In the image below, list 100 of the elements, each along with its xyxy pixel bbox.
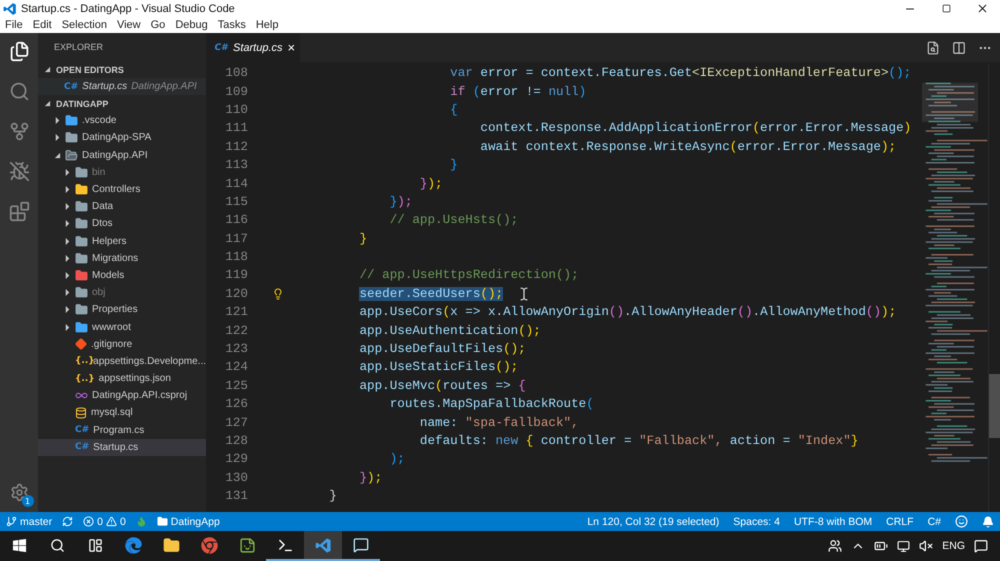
tree-item[interactable]: Helpers [38,232,206,250]
tree-item[interactable]: wwwroot [38,318,206,336]
code-line: // app.UseHttpsRedirection(); [358,268,579,282]
code-line: } [358,232,368,246]
line-number: 117 [224,232,249,246]
tree-item[interactable]: bin [38,164,206,181]
language-mode[interactable]: C# [928,516,941,528]
tree-item[interactable]: DatingApp.API [38,146,206,164]
code-line: { [449,102,458,117]
tree-item[interactable]: .vscode [38,112,206,130]
menu-item[interactable]: File [0,17,28,33]
source-control-icon[interactable] [8,121,30,142]
branch-indicator[interactable]: master [6,516,52,528]
folder-icon [65,131,78,144]
open-preview-icon[interactable] [926,40,940,54]
chevron-icon[interactable] [64,168,71,176]
chevron-icon[interactable] [64,220,71,228]
line-number: 110 [224,102,249,117]
close-icon[interactable] [976,2,988,15]
code-line: ); [388,452,405,466]
tree-item[interactable]: C# Startup.cs [38,438,206,456]
chevron-icon[interactable] [64,324,71,331]
settings-icon[interactable] [10,483,28,502]
encoding[interactable]: UTF-8 with BOM [794,516,872,528]
chevron-icon[interactable] [54,152,61,159]
line-ending[interactable]: CRLF [886,516,914,528]
files-icon[interactable] [8,41,30,62]
scrollbar-thumb[interactable] [989,374,1000,438]
extensions-icon[interactable] [8,201,30,222]
menu-item[interactable]: Debug [170,17,213,33]
window-title: Startup.cs - DatingApp - Visual Studio Code [20,2,236,14]
lightbulb-icon[interactable] [272,288,284,300]
chevron-icon[interactable] [44,66,51,73]
tree-item[interactable]: Data [38,198,206,216]
chevron-icon[interactable] [64,272,71,279]
section-header[interactable]: OPEN EDITORS [38,61,206,78]
chevron-icon[interactable] [44,100,51,108]
line-number: 127 [224,416,249,430]
tree-item[interactable]: Dtos [38,215,206,232]
menu-item[interactable]: Selection [56,17,112,33]
chevron-icon[interactable] [54,117,61,124]
line-number: 131 [224,489,249,504]
line-number: 121 [224,305,249,320]
menu-item[interactable]: Go [146,17,170,33]
maximize-icon[interactable] [942,4,950,13]
tree-item[interactable]: .gitignore [38,336,206,353]
chevron-icon[interactable] [64,238,71,245]
chevron-icon[interactable] [64,186,71,194]
volume-muted-icon[interactable] [919,539,934,553]
code-line: }); [388,194,412,209]
tree-item[interactable]: Migrations [38,250,206,267]
code-editor-icon[interactable] [304,531,342,561]
tree-item[interactable]: DatingApp-SPA [38,129,206,147]
feedback-icon[interactable] [955,515,968,528]
code-line: name: "spa-fallback", [418,416,579,430]
split-editor-icon[interactable] [952,40,966,54]
editor-tab[interactable]: C# Startup.cs × [206,33,300,62]
chevron-icon[interactable] [64,306,71,314]
sync-icon[interactable] [62,516,74,527]
tree-item[interactable]: Properties [38,301,206,318]
chevron-icon[interactable] [64,203,71,210]
problems-indicator[interactable]: 0 0 [83,516,126,528]
chevron-icon[interactable] [64,289,71,296]
tree-item[interactable]: obj [38,284,206,302]
folder-icon [75,166,88,179]
code-line: defaults: new { controller = "Fallback", action = "Index"} [418,434,858,448]
code-line: context.Response.AddApplicationError(error.Error.Message) [479,121,912,136]
chevron-icon[interactable] [64,254,71,262]
language-indicator[interactable]: ENG [942,540,965,552]
tree-item[interactable]: {..} appsettings.json [38,370,206,388]
debug-icon[interactable] [8,161,30,182]
section-header[interactable]: DATINGAPP [38,95,206,112]
tree-item[interactable]: Models [38,266,206,284]
close-icon[interactable]: × [288,40,296,55]
menu-item[interactable]: View [112,17,146,33]
menu-item[interactable]: Edit [28,17,57,33]
menu-item[interactable]: Help [250,17,284,33]
tree-item[interactable]: Controllers [38,180,206,198]
line-number: 112 [224,140,249,154]
battery-icon[interactable] [874,539,888,553]
indentation[interactable]: Spaces: 4 [733,516,780,528]
sidebar-title: EXPLORER [53,41,104,54]
tree-item[interactable]: {..}appsettings.Developme... [38,352,206,370]
cursor-position[interactable]: Ln 120, Col 32 (19 selected) [587,516,720,528]
code-editor-logo-icon [314,536,332,554]
tree-item[interactable]: mysql.sql [38,404,206,422]
code-line: } [449,158,458,172]
people-icon[interactable] [828,539,842,553]
tree-item[interactable]: C# Program.cs [38,422,206,439]
notifications-icon[interactable] [974,539,988,553]
network-icon[interactable] [897,540,910,552]
line-number: 122 [224,324,249,338]
open-editor-item[interactable]: C# Startup.cs DatingApp.API [38,78,206,96]
folder-icon [75,183,88,196]
folder-indicator[interactable]: DatingApp [156,516,220,528]
tree-item[interactable]: DatingApp.API.csproj [38,387,206,404]
menu-item[interactable]: Tasks [212,17,251,33]
bell-icon[interactable] [982,516,994,528]
database-icon [75,406,87,419]
chevron-icon[interactable] [54,134,61,142]
